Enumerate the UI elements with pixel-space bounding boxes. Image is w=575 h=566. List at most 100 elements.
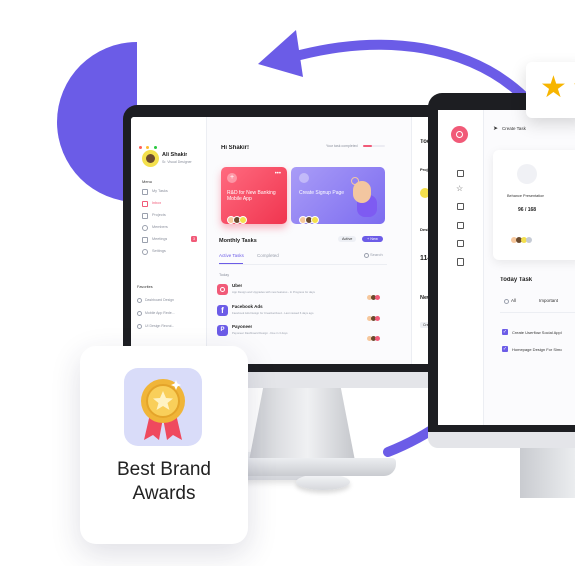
favorite-item[interactable]: Mobile App Rede... (137, 310, 202, 317)
avatar[interactable] (142, 150, 159, 167)
search-placeholder: Search (370, 252, 383, 257)
sidebar-item-label: My Tasks (152, 189, 168, 193)
uber-logo-icon (217, 284, 228, 295)
favorite-item[interactable]: Dashboard Design (137, 297, 202, 304)
awards-card: Best Brand Awards (80, 346, 248, 544)
project-card-signup[interactable]: Create Signup Page (291, 167, 385, 224)
archive-icon[interactable] (457, 240, 464, 247)
sidebar-item-label: Projects (152, 213, 166, 217)
tabs-divider (219, 264, 387, 265)
search-icon (364, 253, 369, 258)
calendar-icon[interactable] (457, 203, 464, 210)
dashboard-screen: Ali Shakir Sr. Visual Designer Menu My T… (131, 117, 460, 364)
task-icon (142, 189, 148, 195)
favorite-item[interactable]: UI Design Recrui... (137, 323, 202, 330)
bag-icon[interactable] (457, 222, 464, 229)
monitor-right-stand (520, 448, 575, 498)
favorite-label: Mobile App Rede... (145, 311, 175, 315)
favorite-dot-icon (137, 298, 142, 303)
sidebar-item-projects[interactable]: Projects (142, 212, 200, 220)
checkbox-checked-icon[interactable]: ✓ (502, 329, 508, 335)
task-row-uber[interactable]: Uber App Design and Upgrades with new fe… (217, 283, 387, 300)
card-title: R&D for New Banking Mobile App (227, 190, 276, 202)
tab-important[interactable]: Important (539, 298, 558, 303)
search-field[interactable]: Search (364, 252, 388, 260)
favorite-label: UI Design Recrui... (145, 324, 175, 328)
rating-card: ★ ★ (526, 62, 575, 118)
user-role: Sr. Visual Designer (162, 160, 192, 164)
sidebar-item-settings[interactable]: Settings (142, 248, 200, 256)
tab-all[interactable]: All (504, 298, 524, 306)
users-icon (142, 225, 148, 231)
task-description: App Design and Upgrades with new feature… (232, 290, 315, 294)
create-task-button[interactable]: ➤ Create Task (493, 125, 553, 135)
trash-icon[interactable] (457, 258, 464, 266)
arrow-head-icon (258, 30, 303, 77)
user-name: Ali Shakir (162, 152, 188, 158)
project-summary-card[interactable]: Behance Presentation 96 / 168 (493, 150, 575, 260)
star-icon[interactable]: ☆ (456, 185, 463, 193)
awards-title-line1: Best Brand (117, 459, 211, 480)
monthly-tasks-title: Monthly Tasks (219, 238, 257, 244)
card-title: Behance Presentation (507, 194, 545, 198)
facebook-logo-icon: f (217, 305, 228, 316)
avatar-group (299, 211, 319, 229)
card-value: 96 / 168 (518, 207, 537, 213)
payoneer-logo-icon: P (217, 325, 228, 336)
avatar-group (227, 211, 247, 229)
checkbox-checked-icon[interactable]: ✓ (502, 346, 508, 352)
progress-fill (363, 145, 372, 147)
monitor-stand-neck (248, 388, 356, 466)
awards-title: Best Brand Awards (80, 458, 248, 506)
inbox-icon[interactable] (457, 170, 464, 177)
tab-active-tasks[interactable]: Active Tasks (219, 253, 244, 258)
task-name: Uber (232, 283, 243, 288)
create-task-label: Create Task (502, 126, 526, 131)
more-icon[interactable]: ••• (275, 171, 281, 177)
task-row-facebook-ads[interactable]: f Facebook Ads Facebook Ads Design for C… (217, 304, 387, 321)
sidebar-item-members[interactable]: Members (142, 224, 200, 232)
task-app-screen: ☆ ➤ Create Task Behance Presentation 96 … (438, 110, 575, 425)
medal-badge (124, 368, 202, 446)
task-description: Payoneer Dashboard Design - Due in 3 day… (232, 331, 288, 335)
add-icon: + (227, 173, 237, 183)
tab-completed[interactable]: Completed (257, 253, 279, 258)
todo-label: Homepage Design For Simo (512, 347, 563, 352)
today-task-title: Today Task (500, 277, 533, 283)
tab-all-label: All (511, 298, 517, 303)
medal-icon (141, 379, 185, 440)
avatar-group (367, 328, 380, 346)
sidebar-item-my-tasks[interactable]: My Tasks (142, 188, 200, 196)
gear-icon (142, 249, 148, 255)
inbox-icon (142, 201, 148, 207)
sidebar-item-meetings[interactable]: Meetings 3 (142, 236, 200, 244)
task-name: Payoneer (232, 324, 253, 329)
project-card-banking[interactable]: + ••• R&D for New Banking Mobile App (221, 167, 287, 224)
sidebar-item-inbox[interactable]: Inbox (142, 200, 200, 208)
sidebar-item-label: Inbox (152, 201, 162, 205)
card-title: Create Signup Page (299, 190, 345, 196)
app-logo-icon (451, 126, 468, 143)
mouse (296, 474, 350, 490)
sidebar-item-label: Meetings (152, 237, 168, 241)
sidebar: Ali Shakir Sr. Visual Designer Menu My T… (131, 117, 207, 364)
active-filter-dropdown[interactable]: Active (338, 236, 357, 242)
tabs-divider (500, 312, 575, 313)
favorite-dot-icon (137, 311, 142, 316)
favorite-label: Dashboard Design (145, 298, 174, 302)
hand-illustration (349, 175, 379, 219)
star-icon: ★ (540, 71, 567, 104)
task-name: Facebook Ads (232, 304, 263, 309)
send-icon: ➤ (493, 126, 499, 132)
calendar-icon (142, 237, 148, 243)
favorite-dot-icon (137, 324, 142, 329)
task-row-payoneer[interactable]: P Payoneer Payoneer Dashboard Design - D… (217, 324, 387, 341)
progress-bar (363, 145, 385, 147)
search-icon (299, 173, 309, 183)
meetings-badge: 3 (191, 236, 197, 242)
app-sidebar: ☆ (438, 110, 484, 425)
todo-label: Create Userflow Social Appl (512, 330, 562, 335)
new-task-button[interactable]: + New (362, 236, 383, 242)
todo-item[interactable]: ✓ Homepage Design For Simo (502, 346, 575, 354)
todo-item[interactable]: ✓ Create Userflow Social Appl (502, 329, 575, 337)
